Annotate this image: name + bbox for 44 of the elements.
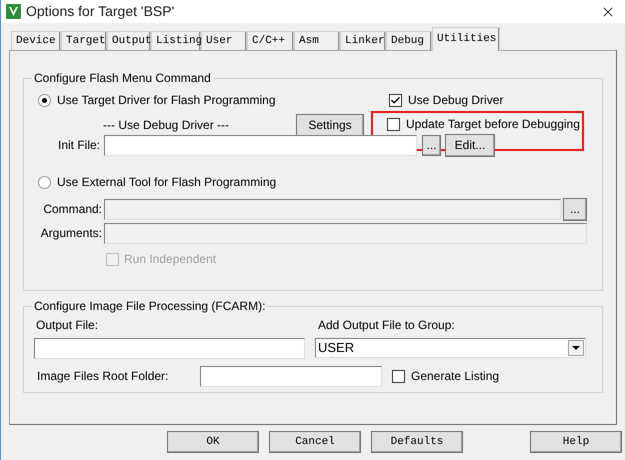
group-title: Configure Image File Processing (FCARM):: [33, 298, 266, 315]
tab[interactable]: Debug: [386, 31, 432, 50]
settings-button[interactable]: Settings: [296, 114, 364, 136]
checkbox[interactable]: [387, 118, 400, 130]
dialog-button[interactable]: OK: [167, 431, 259, 453]
init-file-field[interactable]: [104, 134, 417, 156]
field-label: Arguments:: [40, 225, 102, 242]
field-label: Image Files Root Folder:: [37, 368, 170, 385]
option-label: Use Debug Driver: [408, 92, 504, 109]
root-folder-field[interactable]: [200, 366, 382, 386]
edit-button[interactable]: Edit...: [445, 134, 495, 156]
field-label: Output File:: [36, 317, 100, 334]
tab[interactable]: Listing: [151, 31, 201, 50]
driver-text: --- Use Debug Driver ---: [103, 117, 230, 134]
option-label: Use Target Driver for Flash Programming: [57, 92, 276, 109]
field-label: Init File:: [56, 137, 100, 154]
tab[interactable]: Device: [11, 31, 61, 50]
checkbox[interactable]: [392, 370, 405, 382]
tab[interactable]: Output: [107, 31, 151, 50]
output-file-field[interactable]: [34, 338, 305, 358]
browse-button[interactable]: ...: [422, 134, 441, 156]
tab[interactable]: User: [201, 31, 247, 50]
tab[interactable]: Asm: [294, 31, 340, 50]
window-title: Options for Target 'BSP': [26, 2, 174, 21]
tab[interactable]: Linker: [340, 31, 386, 50]
tab[interactable]: Target: [61, 31, 107, 50]
radio-button[interactable]: [38, 176, 51, 188]
field-label: Add Output File to Group:: [318, 317, 455, 334]
group-dropdown[interactable]: USER: [315, 338, 586, 358]
checkbox[interactable]: [389, 94, 402, 106]
app-icon: [6, 4, 21, 19]
tab[interactable]: C/C++: [247, 31, 294, 50]
field-label: Command:: [42, 201, 102, 218]
tab[interactable]: Utilities: [432, 27, 500, 51]
option-label: Run Independent: [124, 251, 216, 268]
dialog-button[interactable]: Help: [530, 431, 622, 453]
dialog-button[interactable]: Cancel: [269, 431, 361, 453]
dropdown-value: USER: [318, 339, 356, 358]
radio-button[interactable]: [38, 94, 51, 106]
option-label: Update Target before Debugging: [406, 116, 580, 133]
dialog-button[interactable]: Defaults: [371, 431, 463, 453]
option-label: Use External Tool for Flash Programming: [57, 174, 276, 191]
group-title: Configure Flash Menu Command: [33, 70, 212, 87]
option-label: Generate Listing: [411, 368, 500, 385]
